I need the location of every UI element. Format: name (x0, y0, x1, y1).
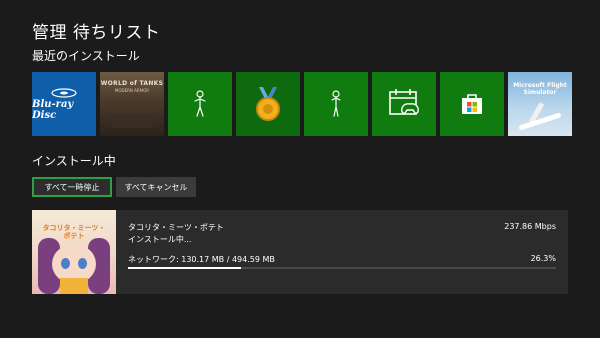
avatar-figure-icon (331, 90, 341, 117)
tile-store-app[interactable] (440, 72, 504, 136)
tile-world-of-tanks[interactable]: WORLD of TANKS MODERN ARMOR (100, 72, 164, 136)
game-name: タコリタ・ミーツ・ポテト (128, 223, 224, 232)
art-eye-right (78, 258, 87, 269)
progress-bar-fill (128, 267, 241, 269)
tile-avatar-app[interactable] (168, 72, 232, 136)
install-status: インストール中... (128, 235, 192, 244)
store-bag-icon (462, 94, 482, 114)
pause-all-button[interactable]: すべて一時停止 (32, 177, 112, 197)
avatar-figure-icon (194, 90, 206, 117)
tile-bluray[interactable]: Blu-ray Disc (32, 72, 96, 136)
recent-installs-title: 最近のインストール (32, 49, 140, 63)
tank-graphic (112, 114, 152, 128)
tile-avatar-app-2[interactable] (304, 72, 368, 136)
medal-icon (256, 87, 280, 121)
network-progress-text: ネットワーク: 130.17 MB / 494.59 MB (128, 255, 275, 264)
art-fries (60, 278, 88, 294)
tile-flight-simulator[interactable]: Microsoft Flight Simulator (508, 72, 572, 136)
installing-title: インストール中 (32, 154, 116, 168)
bluray-disc-icon (51, 88, 77, 98)
download-speed: 237.86 Mbps (504, 222, 556, 231)
art-eye-left (61, 258, 70, 269)
tile-achievements-app[interactable] (236, 72, 300, 136)
install-actions: すべて一時停止 すべてキャンセル (32, 177, 196, 197)
recent-installs-row: Blu-ray Disc WORLD of TANKS MODERN ARMOR (32, 72, 572, 136)
cancel-all-button[interactable]: すべてキャンセル (116, 177, 196, 197)
wot-subtitle: MODERN ARMOR (114, 88, 150, 93)
install-queue-item[interactable]: タコリタ・ミーツ・ポテト タコリタ・ミーツ・ポテト インストール中... 237… (32, 210, 568, 294)
plane-graphic (518, 112, 562, 131)
progress-bar (128, 267, 556, 269)
game-cover-art: タコリタ・ミーツ・ポテト (32, 210, 116, 294)
controller-calendar-icon (389, 89, 419, 115)
bluray-label: Blu-ray Disc (32, 99, 74, 121)
wot-title: WORLD of TANKS (100, 80, 164, 87)
progress-percent: 26.3% (530, 254, 556, 263)
game-art-title: タコリタ・ミーツ・ポテト (42, 224, 106, 240)
flight-sim-title: Microsoft Flight Simulator (513, 82, 567, 96)
page-title: 管理 待ちリスト (32, 23, 161, 43)
tile-calendar-app[interactable] (372, 72, 436, 136)
